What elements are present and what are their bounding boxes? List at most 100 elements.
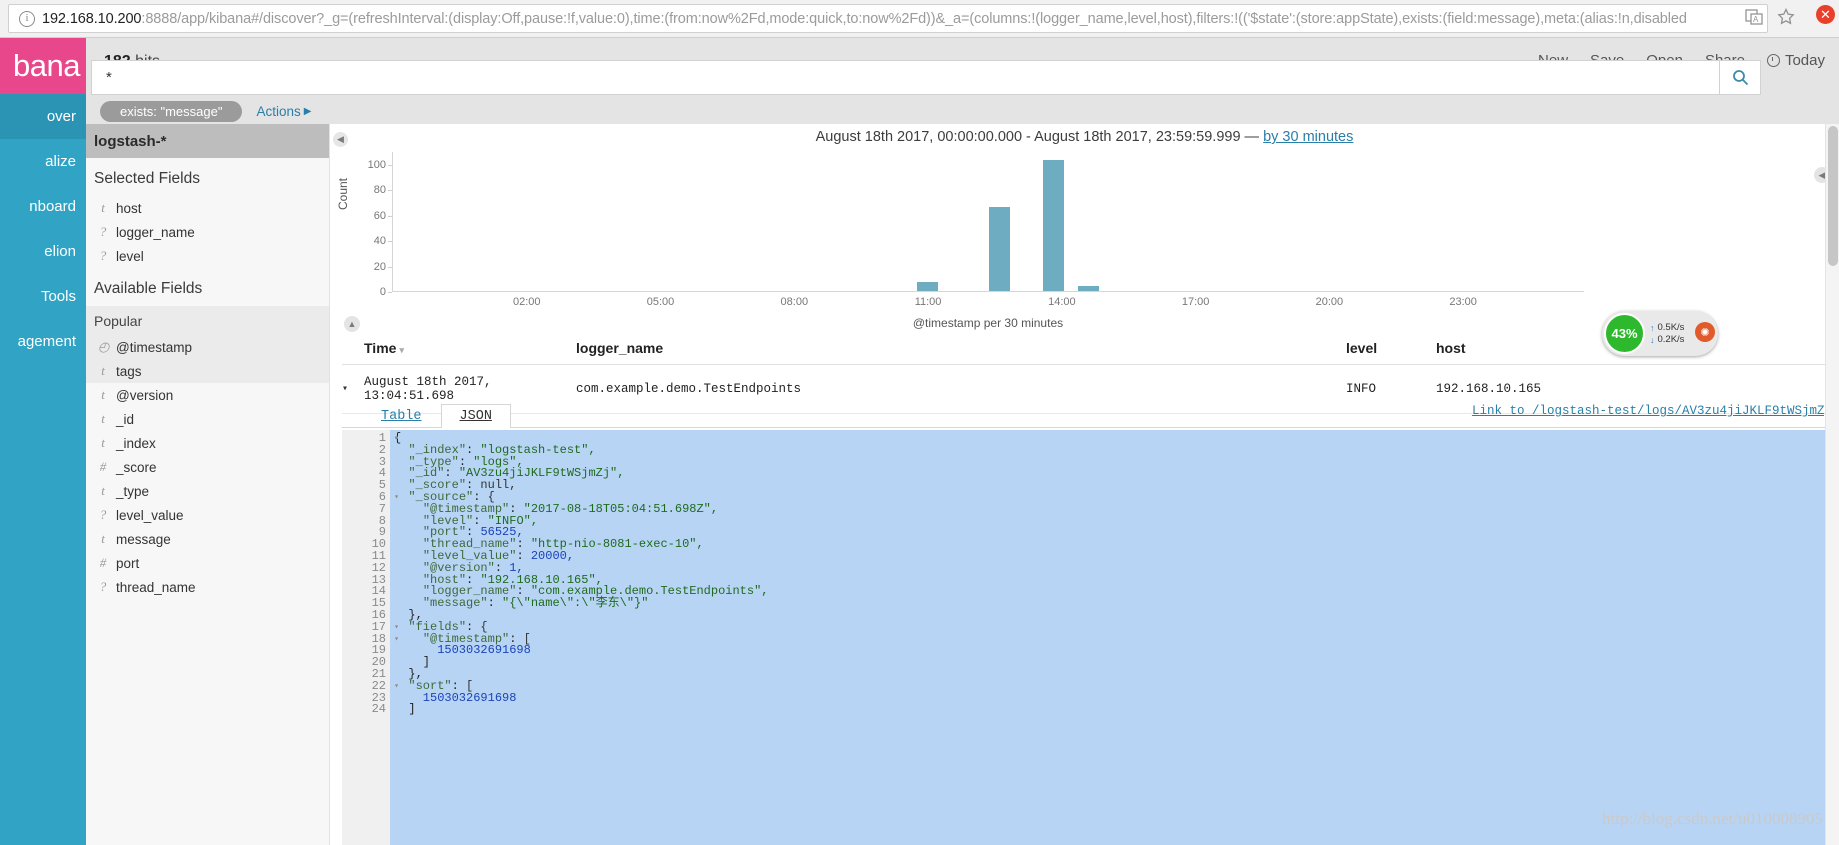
field-version[interactable]: t @version (86, 383, 329, 407)
nav-item-timelion[interactable]: elion (0, 229, 86, 274)
json-line: }, (394, 666, 423, 681)
fold-toggle-icon[interactable]: ▾ (394, 622, 399, 634)
field-logger-name[interactable]: ? logger_name (86, 220, 329, 244)
tab-json[interactable]: JSON (440, 404, 511, 428)
filter-actions-button[interactable]: Actions ▶ (256, 104, 311, 119)
histogram-bar[interactable] (1078, 285, 1100, 291)
doc-permalink[interactable]: Link to /logstash-test/logs/AV3zu4jiJKLF… (1472, 404, 1832, 418)
json-line: "message": "{\"name\":\"李东\"}" (422, 596, 649, 611)
nav-item-visualize[interactable]: alize (0, 139, 86, 184)
field-score[interactable]: # _score (86, 455, 329, 479)
tab-table[interactable]: Table (362, 404, 441, 428)
cell-host: 192.168.10.165 (1436, 382, 1542, 396)
network-rates: ↑ 0.5K/s ↓ 0.2K/s (1650, 322, 1684, 346)
histogram-bar[interactable] (989, 207, 1010, 291)
filter-pill-exists-message[interactable]: exists: "message" (100, 100, 243, 122)
field-timestamp[interactable]: ◴ @timestamp (86, 335, 329, 359)
search-input[interactable] (91, 60, 1719, 95)
arrow-up-icon: ↑ (1650, 322, 1655, 333)
nav-item-discover[interactable]: over (0, 94, 86, 139)
url-path: :8888/app/kibana#/discover?_g=(refreshIn… (141, 10, 1687, 27)
field-label: logger_name (116, 224, 195, 240)
field-thread-name[interactable]: ? thread_name (86, 575, 329, 599)
nav-item-dashboard[interactable]: nboard (0, 184, 86, 229)
window-close-button[interactable]: ✕ (1816, 5, 1835, 24)
cpu-percent-badge: 43% (1604, 313, 1645, 354)
nav-item-dev-tools[interactable]: Tools (0, 274, 86, 319)
x-axis-tick: 14:00 (1048, 296, 1076, 308)
json-line: 1503032691698 (394, 692, 1832, 705)
column-header-level[interactable]: level (1346, 340, 1436, 356)
fold-toggle-icon[interactable]: ▾ (394, 681, 399, 693)
field-tags[interactable]: t tags (86, 359, 329, 383)
translate-icon[interactable]: A (1745, 8, 1763, 26)
json-line: { (394, 431, 402, 445)
json-line: "level": "INFO", (422, 513, 539, 528)
field-level[interactable]: ? level (86, 244, 329, 268)
browser-toolbar-icons: A (1745, 8, 1795, 26)
histogram-bar[interactable] (1042, 159, 1064, 291)
field-type-icon: t (101, 483, 105, 498)
json-line: "sort": [ (408, 678, 474, 693)
y-axis-tick: 100 (367, 158, 386, 171)
network-icon[interactable]: ✺ (1695, 322, 1715, 342)
y-axis-label: Count (336, 177, 350, 210)
field-host[interactable]: t host (86, 196, 329, 220)
json-line: "@timestamp": [ (422, 631, 531, 646)
scrollbar-thumb[interactable] (1828, 126, 1838, 266)
x-axis-tick: 17:00 (1181, 296, 1210, 308)
fold-toggle-icon[interactable]: ▾ (394, 492, 399, 504)
address-bar[interactable]: i 192.168.10.200:8888/app/kibana#/discov… (8, 4, 1768, 33)
nav-item-label: Tools (40, 288, 76, 305)
fold-toggle-icon[interactable]: ▾ (394, 634, 399, 646)
x-axis-tick: 02:00 (513, 296, 541, 308)
x-axis-label: @timestamp per 30 minutes (912, 316, 1064, 330)
field-message[interactable]: t message (86, 527, 329, 551)
json-value: 20000, (530, 548, 575, 563)
field-id[interactable]: t _id (86, 407, 329, 431)
download-rate-row: ↓ 0.2K/s (1650, 334, 1684, 346)
field-sidebar: logstash-* Selected Fields t host ? logger… (86, 124, 330, 845)
y-axis-tick: 40 (373, 235, 386, 248)
index-pattern-selector[interactable]: logstash-* (86, 124, 329, 158)
y-axis-tick: 0 (379, 286, 386, 298)
discover-main: ◀ ◀ ▲ August 18th 2017, 00:00:00.000 - A… (330, 124, 1839, 845)
filter-bar: exists: "message" Actions ▶ (86, 98, 1839, 124)
histogram-bar[interactable] (917, 282, 939, 291)
json-value: "{\"name\":\"李东\"}" (502, 596, 649, 611)
json-line-number: 24 (371, 702, 386, 717)
fold-toggle-icon[interactable]: ▾ (394, 433, 399, 445)
field-port[interactable]: # port (86, 551, 329, 575)
kibana-sidebar-nav: bana over alize nboard elion Tools ageme… (0, 38, 86, 845)
expand-row-toggle[interactable]: ▾ (342, 383, 364, 395)
json-code[interactable]: { "_index": "logstash-test", "_type": "l… (390, 430, 1832, 845)
column-header-time[interactable]: Time ▾ (364, 340, 576, 356)
field-type-icon: ? (99, 224, 107, 239)
cell-logger-name: com.example.demo.TestEndpoints (576, 382, 802, 396)
interval-link[interactable]: by 30 minutes (1263, 129, 1353, 145)
field-label: _score (116, 459, 157, 475)
network-speed-widget[interactable]: 43% ↑ 0.5K/s ↓ 0.2K/s ✺ (1602, 311, 1718, 356)
search-button[interactable] (1719, 60, 1761, 95)
json-viewer[interactable]: 1 ▾ 2 3 4 5 6 ▾ 7 8 9 10 11 12 13 14 15 16 17 ▾ 18 ▾ 19 20 21 22 ▾… (342, 430, 1832, 845)
field-label: message (116, 531, 171, 547)
nav-item-label: elion (44, 243, 76, 260)
nav-item-management[interactable]: agement (0, 319, 86, 364)
field-level-value[interactable]: ? level_value (86, 503, 329, 527)
json-line: "_id": "AV3zu4jiJKLF9tWSjmZj", (408, 466, 625, 481)
json-line: "thread_name": "http-nio-8081-exec-10", (422, 537, 704, 552)
star-icon[interactable] (1777, 8, 1795, 26)
field-type[interactable]: t _type (86, 479, 329, 503)
json-line: ] (394, 655, 431, 670)
y-axis-tick: 20 (373, 260, 386, 273)
y-axis: Count 0 20 40 60 80 100 (330, 152, 392, 298)
chart-plot-area: 02:00 05:00 08:00 11:00 14:00 17:00 20:00 23:00 (392, 152, 1584, 308)
page-info-icon[interactable]: i (19, 10, 35, 27)
cell-level: INFO (1346, 382, 1377, 396)
field-index[interactable]: t _index (86, 431, 329, 455)
json-line: "_score": null, (408, 478, 517, 493)
time-range-text: August 18th 2017, 00:00:00.000 - August … (815, 129, 1264, 145)
field-type-icon: t (101, 531, 105, 546)
page-scrollbar[interactable] (1825, 124, 1839, 845)
column-header-logger-name[interactable]: logger_name (576, 340, 1346, 356)
